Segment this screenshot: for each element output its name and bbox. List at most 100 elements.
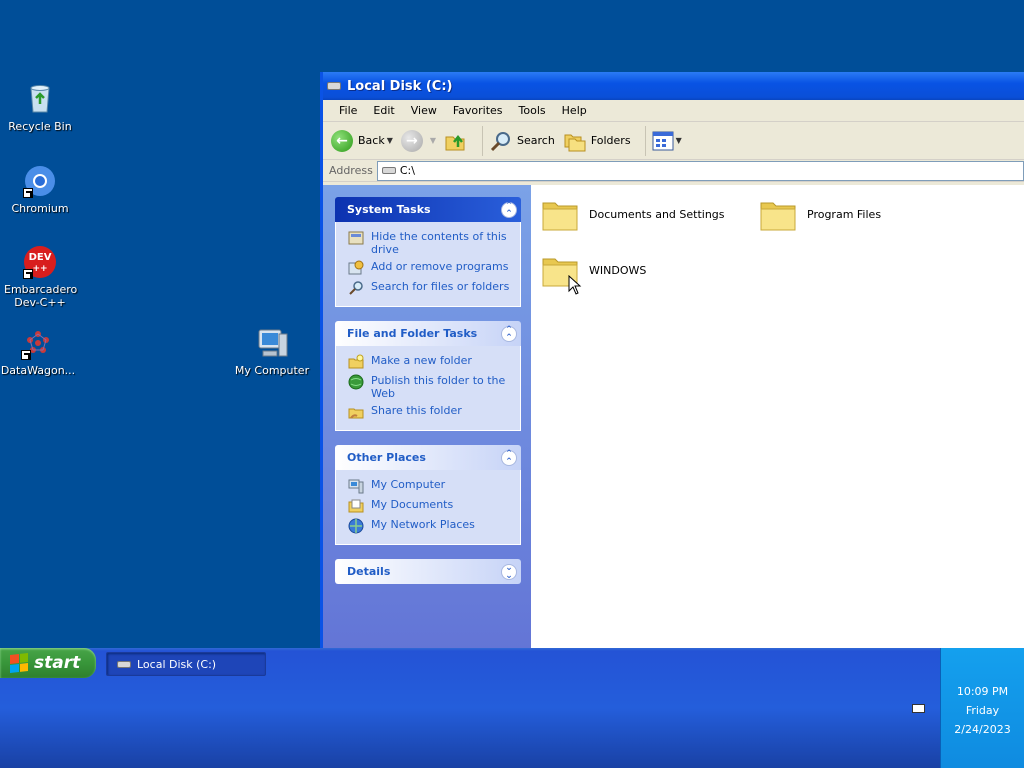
keyboard-icon[interactable] [912,704,925,713]
devcpp-icon: DEV ++ [23,245,57,279]
details-panel: Details ⌄ ⌄ [335,559,521,584]
place-my-computer[interactable]: My Computer [348,478,512,494]
menu-tools[interactable]: Tools [511,104,554,117]
chevron-down-icon[interactable]: ▼ [387,136,393,145]
recycle-bin-icon [23,82,57,116]
other-places-header[interactable]: Other Places ⌃ ⌃ [335,445,521,470]
explorer-window: Local Disk (C:) File Edit View Favorites… [320,72,1024,650]
back-label: Back [358,134,385,147]
window-titlebar[interactable]: Local Disk (C:) [323,72,1024,100]
folders-label: Folders [590,134,631,147]
drive-icon [327,82,341,90]
folder-icon [760,202,796,231]
up-folder-icon [445,134,465,150]
place-my-documents[interactable]: My Documents [348,498,512,514]
toolbar-separator [644,125,646,156]
task-hide-contents[interactable]: Hide the contents of this drive [348,230,512,256]
folder-item[interactable]: WINDOWS [541,251,646,289]
panel-title: Other Places [347,451,426,464]
address-input[interactable]: C:\ [376,160,1024,181]
system-tasks-body: Hide the contents of this drive Add or r… [335,222,521,307]
start-label: start [34,653,81,673]
folder-label: Documents and Settings [589,207,725,221]
clock-day: Friday [965,704,1000,717]
folder-item[interactable]: Documents and Settings [541,195,725,233]
views-button[interactable]: ▼ [652,131,682,151]
panel-title: Details [347,565,391,578]
desktop-icon-label: Recycle Bin [8,120,72,133]
desktop-icon-my-computer[interactable]: My Computer [232,326,312,377]
file-list-area[interactable]: Documents and Settings Program Files WIN… [531,185,1024,650]
network-places-icon [348,518,364,534]
back-button[interactable]: ← Back ▼ [331,129,393,152]
taskbar-button-local-disk[interactable]: Local Disk (C:) [106,652,266,676]
svg-text:++: ++ [32,264,47,274]
window-title: Local Disk (C:) [347,78,453,94]
collapse-icon[interactable]: ⌃ ⌃ [501,449,517,466]
desktop-icon-datawagon[interactable]: DataWagon... [0,326,78,377]
folder-item[interactable]: Program Files [759,195,881,233]
task-publish-web[interactable]: Publish this folder to the Web [348,374,512,400]
task-search-files[interactable]: Search for files or folders [348,280,512,296]
other-places-panel: Other Places ⌃ ⌃ My Computer My Documents… [335,445,521,545]
folder-label: WINDOWS [589,263,647,277]
search-button[interactable]: Search [489,129,555,153]
collapse-icon[interactable]: ⌃ ⌃ [501,201,517,218]
desktop-icon-label: Chromium [11,202,69,215]
start-button[interactable]: start [0,648,96,678]
search-icon [490,131,511,151]
datawagon-icon [21,326,55,360]
details-header[interactable]: Details ⌄ ⌄ [335,559,521,584]
address-label: Address [329,164,373,177]
panel-title: File and Folder Tasks [347,327,478,340]
place-my-network-places[interactable]: My Network Places [348,518,512,534]
desktop-icon-recycle-bin[interactable]: Recycle Bin [0,82,80,133]
window-content: System Tasks ⌃ ⌃ Hide the contents of thi… [323,185,1024,650]
task-add-remove-programs[interactable]: Add or remove programs [348,260,512,276]
clock-time[interactable]: 10:09 PM [941,682,1024,701]
desktop-icon-label: My Computer [234,364,310,377]
my-computer-icon [348,479,364,494]
folder-icon [542,202,578,231]
menu-help[interactable]: Help [554,104,595,117]
desktop-icon-chromium[interactable]: Chromium [0,164,80,215]
publish-web-icon [348,374,364,390]
expand-icon[interactable]: ⌄ ⌄ [501,563,517,580]
drive-icon [117,660,131,668]
menu-view[interactable]: View [403,104,445,117]
chromium-icon [23,164,57,198]
task-share-folder[interactable]: Share this folder [348,404,512,420]
toolbar: ← Back ▼ → ▼ Search Folders ▼ [323,122,1024,160]
hide-contents-icon [348,231,364,245]
other-places-body: My Computer My Documents My Network Plac… [335,470,521,545]
clock-date: 2/24/2023 [954,723,1011,736]
folders-button[interactable]: Folders [563,129,631,153]
search-label: Search [517,134,555,147]
new-folder-icon [348,354,364,369]
address-value: C:\ [399,164,415,177]
desktop-icon-devcpp[interactable]: DEV ++ Embarcadero Dev-C++ [0,245,80,309]
taskbar: start Local Disk (C:) 10:09 PM Friday 2/… [0,648,1024,768]
system-tray: 10:09 PM Friday 2/24/2023 [940,648,1024,768]
chevron-down-icon[interactable]: ▼ [430,136,436,145]
menu-file[interactable]: File [331,104,365,117]
drive-icon [381,167,396,174]
task-new-folder[interactable]: Make a new folder [348,354,512,370]
forward-button[interactable]: → ▼ [400,129,436,152]
windows-flag-icon [10,653,28,673]
system-tasks-header[interactable]: System Tasks ⌃ ⌃ [335,197,521,222]
file-folder-tasks-panel: File and Folder Tasks ⌃ ⌃ Make a new fold… [335,321,521,431]
up-button[interactable] [444,129,468,153]
menu-edit[interactable]: Edit [365,104,402,117]
toolbar-separator [482,125,484,156]
collapse-icon[interactable]: ⌃ ⌃ [501,325,517,342]
address-bar: Address C:\ [323,160,1024,182]
menu-favorites[interactable]: Favorites [445,104,511,117]
back-arrow-icon: ← [331,129,353,152]
folder-label: Program Files [807,207,882,221]
chevron-down-icon: ▼ [675,136,682,145]
file-folder-tasks-header[interactable]: File and Folder Tasks ⌃ ⌃ [335,321,521,346]
forward-arrow-icon: → [400,129,423,152]
menu-bar: File Edit View Favorites Tools Help [323,100,1024,122]
system-tasks-panel: System Tasks ⌃ ⌃ Hide the contents of thi… [335,197,521,307]
